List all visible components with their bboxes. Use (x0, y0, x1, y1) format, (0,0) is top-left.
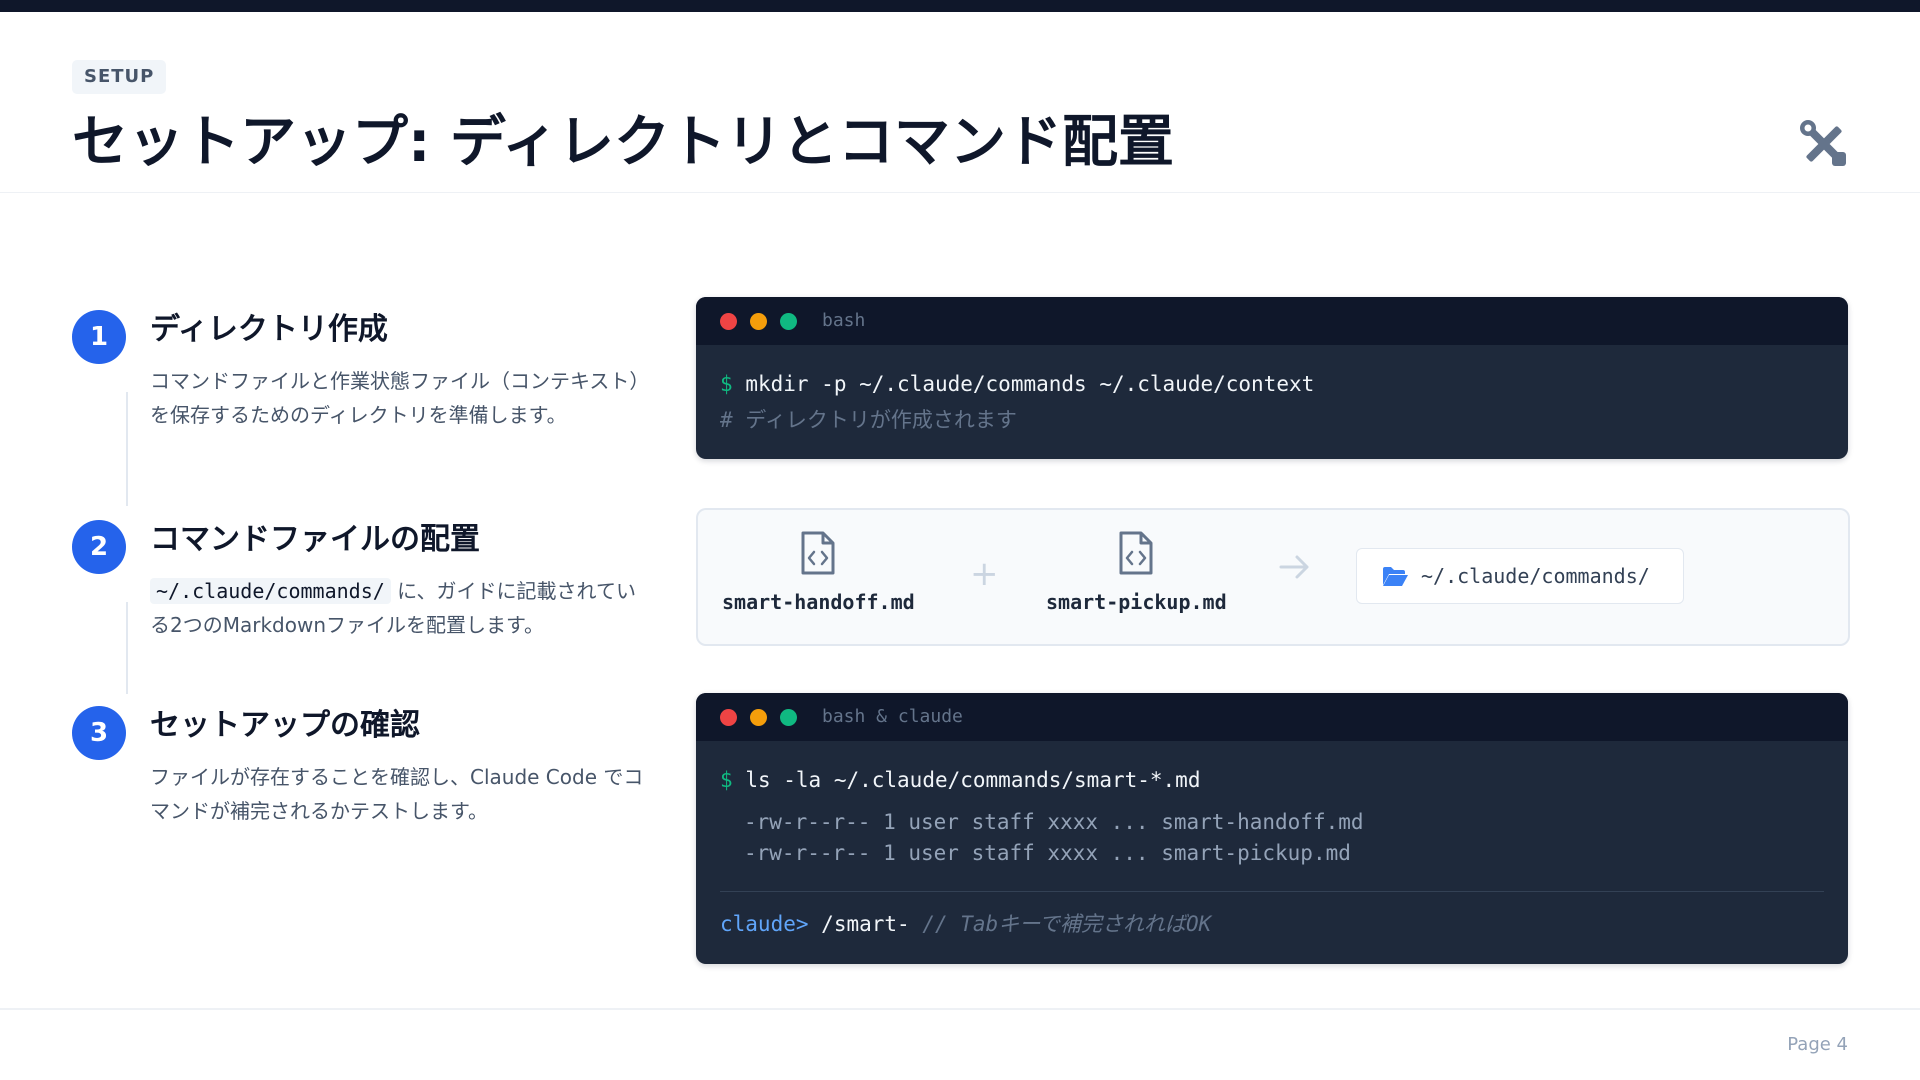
command-comment: # ディレクトリが作成されます (720, 408, 1017, 432)
window-minimize-dot (750, 709, 767, 726)
file-name: smart-pickup.md (1046, 590, 1227, 614)
command-text: mkdir -p ~/.claude/commands ~/.claude/co… (745, 372, 1315, 396)
terminal-divider (720, 891, 1824, 892)
terminal-mkdir: bash $ mkdir -p ~/.claude/commands ~/.cl… (696, 297, 1848, 459)
tools-icon (1800, 120, 1846, 166)
page-title: セットアップ: ディレクトリとコマンド配置 (72, 110, 1174, 175)
plus-sign: + (970, 554, 999, 594)
file-item: smart-handoff.md (722, 530, 915, 614)
command-text: ls -la ~/.claude/commands/smart-*.md (745, 768, 1201, 792)
shell-prompt: $ (720, 372, 733, 396)
step-number-badge: 1 (72, 310, 126, 364)
code-file-icon (801, 531, 835, 575)
file-item: smart-pickup.md (1046, 530, 1227, 614)
file-name: smart-handoff.md (722, 590, 915, 614)
claude-comment: // Tabキーで補完されればOK (922, 912, 1212, 936)
step-description: ファイルが存在することを確認し、Claude Code でコマンドが補完されるか… (150, 765, 644, 823)
terminal-titlebar: bash (696, 297, 1848, 345)
terminal-label: bash & claude (822, 706, 963, 727)
step-connector (126, 602, 128, 694)
header-divider (0, 192, 1920, 193)
footer-divider (0, 1008, 1920, 1010)
step-number-badge: 3 (72, 706, 126, 760)
step-connector (126, 392, 128, 506)
destination-folder: ~/.claude/commands/ (1356, 548, 1684, 604)
step-description: ~/.claude/commands/ に、ガイドに記載されている2つのMark… (150, 574, 650, 642)
terminal-titlebar: bash & claude (696, 693, 1848, 741)
window-minimize-dot (750, 313, 767, 330)
section-tag: SETUP (72, 60, 167, 94)
folder-open-icon (1383, 567, 1408, 586)
top-accent-bar (0, 0, 1920, 12)
step-number-badge: 2 (72, 520, 126, 574)
command-line: $ ls -la ~/.claude/commands/smart-*.md (720, 765, 1200, 795)
claude-command-text: /smart- (821, 912, 910, 936)
claude-command-line: claude> /smart- // Tabキーで補完されればOK (720, 909, 1211, 939)
window-close-dot (720, 313, 737, 330)
window-close-dot (720, 709, 737, 726)
step-title: セットアップの確認 (150, 708, 420, 743)
terminal-verify: bash & claude $ ls -la ~/.claude/command… (696, 693, 1848, 964)
command-output-line: -rw-r--r-- 1 user staff xxxx ... smart-h… (744, 810, 1364, 834)
code-file-icon (1119, 531, 1153, 575)
page-number: Page 4 (1787, 1034, 1848, 1055)
window-maximize-dot (780, 313, 797, 330)
step-title: ディレクトリ作成 (150, 312, 388, 347)
arrow-right-icon (1279, 555, 1309, 579)
terminal-label: bash (822, 310, 866, 331)
step-description: コマンドファイルと作業状態ファイル（コンテキスト）を保存するためのディレクトリを… (150, 369, 650, 427)
shell-prompt: $ (720, 768, 733, 792)
step-title: コマンドファイルの配置 (150, 522, 480, 557)
claude-prompt: claude> (720, 912, 809, 936)
destination-path: ~/.claude/commands/ (1421, 564, 1650, 588)
file-placement-diagram: smart-handoff.md + smart-pickup.md ~/.cl… (696, 508, 1850, 646)
window-maximize-dot (780, 709, 797, 726)
command-output-line: -rw-r--r-- 1 user staff xxxx ... smart-p… (744, 841, 1351, 865)
inline-code-path: ~/.claude/commands/ (150, 578, 391, 604)
command-line: $ mkdir -p ~/.claude/commands ~/.claude/… (720, 369, 1314, 399)
